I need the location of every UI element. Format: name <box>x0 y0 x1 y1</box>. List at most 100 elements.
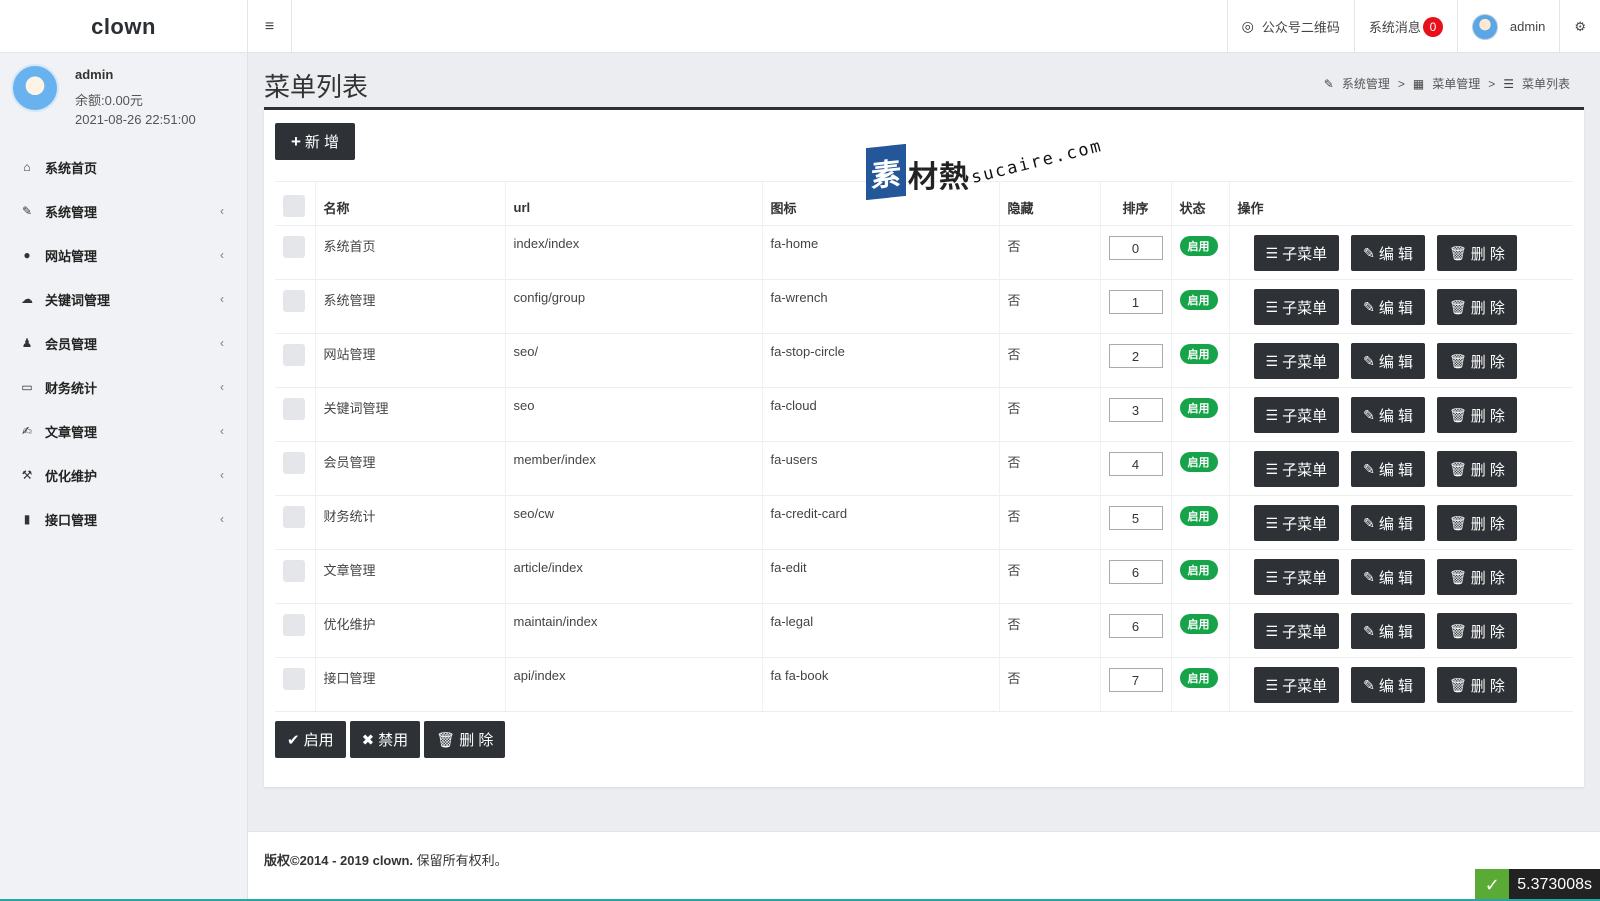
delete-button[interactable]: 🗑 删 除 <box>1436 397 1517 433</box>
trash-icon: 🗑 <box>1448 676 1467 693</box>
submenu-button[interactable]: ☰ 子菜单 <box>1253 559 1340 595</box>
row-checkbox[interactable] <box>283 506 305 528</box>
check-circle-icon: ✔ <box>287 731 300 749</box>
bulk-delete-button[interactable]: 🗑 删 除 <box>424 721 506 758</box>
edit-button[interactable]: ✎ 编 辑 <box>1351 397 1425 433</box>
row-url: maintain/index <box>504 603 762 658</box>
sidebar-item[interactable]: ✎ 系统管理 ‹ <box>0 189 248 233</box>
row-order-cell <box>1099 495 1171 550</box>
submenu-button[interactable]: ☰ 子菜单 <box>1253 451 1340 487</box>
submenu-button[interactable]: ☰ 子菜单 <box>1253 397 1340 433</box>
edit-label: 编 辑 <box>1378 407 1413 425</box>
list-icon: ☰ <box>1265 514 1279 531</box>
order-input[interactable] <box>1108 236 1163 260</box>
order-input[interactable] <box>1108 560 1163 584</box>
sidebar-item[interactable]: ♟ 会员管理 ‹ <box>0 321 248 365</box>
delete-button[interactable]: 🗑 删 除 <box>1436 235 1517 271</box>
order-input[interactable] <box>1108 668 1163 692</box>
edit-button[interactable]: ✎ 编 辑 <box>1351 667 1425 703</box>
copyright-suffix: 保留所有权利。 <box>416 853 508 868</box>
row-icon-class: fa-users <box>761 441 999 496</box>
edit-button[interactable]: ✎ 编 辑 <box>1351 559 1425 595</box>
row-checkbox[interactable] <box>283 398 305 420</box>
status-badge[interactable]: 启用 <box>1179 236 1218 256</box>
status-badge[interactable]: 启用 <box>1179 452 1218 472</box>
submenu-button[interactable]: ☰ 子菜单 <box>1253 505 1340 541</box>
sidebar-item[interactable]: ● 网站管理 ‹ <box>0 233 248 277</box>
submenu-button[interactable]: ☰ 子菜单 <box>1253 289 1340 325</box>
order-input[interactable] <box>1108 398 1163 422</box>
row-name: 财务统计 <box>314 495 505 550</box>
status-badge[interactable]: 启用 <box>1179 506 1218 526</box>
row-name: 接口管理 <box>314 657 505 712</box>
bulk-enable-button[interactable]: ✔ 启用 <box>275 721 346 758</box>
row-checkbox[interactable] <box>283 344 305 366</box>
status-badge[interactable]: 启用 <box>1179 668 1218 688</box>
delete-button[interactable]: 🗑 删 除 <box>1436 343 1517 379</box>
breadcrumb-item-system[interactable]: 系统管理 <box>1342 75 1390 92</box>
status-badge[interactable]: 启用 <box>1179 614 1218 634</box>
menu-toggle-button[interactable]: ≡ <box>248 0 292 53</box>
settings-button[interactable]: ⚙ <box>1559 0 1600 53</box>
edit-button[interactable]: ✎ 编 辑 <box>1351 235 1425 271</box>
row-order-cell <box>1099 279 1171 334</box>
sidebar-item[interactable]: ▭ 财务统计 ‹ <box>0 365 248 409</box>
submenu-button[interactable]: ☰ 子菜单 <box>1253 343 1340 379</box>
status-badge[interactable]: 启用 <box>1179 290 1218 310</box>
sidebar-item[interactable]: ✍ 文章管理 ‹ <box>0 409 248 453</box>
submenu-button[interactable]: ☰ 子菜单 <box>1253 613 1340 649</box>
debug-timer[interactable]: ✓ 5.373008s <box>1475 869 1600 901</box>
order-input[interactable] <box>1108 344 1163 368</box>
submenu-button[interactable]: ☰ 子菜单 <box>1253 235 1340 271</box>
delete-button[interactable]: 🗑 删 除 <box>1436 667 1517 703</box>
bulk-disable-button[interactable]: ✖ 禁用 <box>349 721 421 758</box>
system-messages-link[interactable]: 系统消息 0 <box>1353 0 1457 53</box>
delete-button[interactable]: 🗑 删 除 <box>1436 613 1517 649</box>
breadcrumb-item-menu[interactable]: 菜单管理 <box>1432 75 1480 92</box>
brand-logo[interactable]: clown <box>0 0 248 53</box>
sidebar-item-label: 会员管理 <box>45 336 98 352</box>
delete-button[interactable]: 🗑 删 除 <box>1436 289 1517 325</box>
list-icon: ☰ <box>1265 622 1279 639</box>
edit-label: 编 辑 <box>1378 353 1413 371</box>
sidebar-item[interactable]: ☁ 关键词管理 ‹ <box>0 277 248 321</box>
status-badge[interactable]: 启用 <box>1179 560 1218 580</box>
status-badge[interactable]: 启用 <box>1179 344 1218 364</box>
list-icon: ☰ <box>1503 76 1514 91</box>
order-input[interactable] <box>1108 614 1163 638</box>
delete-button[interactable]: 🗑 删 除 <box>1436 559 1517 595</box>
delete-label: 删 除 <box>1470 245 1505 263</box>
row-checkbox[interactable] <box>283 560 305 582</box>
edit-button[interactable]: ✎ 编 辑 <box>1351 289 1425 325</box>
delete-button[interactable]: 🗑 删 除 <box>1436 505 1517 541</box>
order-input[interactable] <box>1108 290 1163 314</box>
row-checkbox[interactable] <box>283 614 305 636</box>
edit-button[interactable]: ✎ 编 辑 <box>1351 505 1425 541</box>
edit-label: 编 辑 <box>1378 245 1413 263</box>
row-checkbox[interactable] <box>283 290 305 312</box>
sidebar-item[interactable]: ⚒ 优化维护 ‹ <box>0 453 248 497</box>
user-menu[interactable]: admin <box>1456 0 1559 53</box>
row-name: 系统首页 <box>314 225 505 280</box>
select-all-checkbox[interactable] <box>283 195 305 217</box>
edit-button[interactable]: ✎ 编 辑 <box>1351 343 1425 379</box>
add-button[interactable]: + 新 增 <box>275 123 355 160</box>
status-badge[interactable]: 启用 <box>1179 398 1218 418</box>
edit-button[interactable]: ✎ 编 辑 <box>1351 451 1425 487</box>
order-input[interactable] <box>1108 506 1163 530</box>
sidebar-item[interactable]: ⌂ 系统首页 <box>0 145 248 189</box>
row-checkbox[interactable] <box>283 452 305 474</box>
sidebar-item[interactable]: ▮ 接口管理 ‹ <box>0 497 248 541</box>
menu-table: 名称 url 图标 隐藏 排序 状态 操作 系统首页 index/index fa-… <box>275 181 1573 712</box>
trash-icon: 🗑 <box>1448 514 1467 531</box>
edit-button[interactable]: ✎ 编 辑 <box>1351 613 1425 649</box>
wechat-qrcode-link[interactable]: ◎ 公众号二维码 <box>1226 0 1354 53</box>
delete-button[interactable]: 🗑 删 除 <box>1436 451 1517 487</box>
order-input[interactable] <box>1108 452 1163 476</box>
row-checkbox[interactable] <box>283 668 305 690</box>
sidebar-item-label: 接口管理 <box>45 512 98 528</box>
row-checkbox[interactable] <box>283 236 305 258</box>
column-header-hidden: 隐藏 <box>998 181 1100 226</box>
submenu-button[interactable]: ☰ 子菜单 <box>1253 667 1340 703</box>
row-order-cell <box>1099 387 1171 442</box>
